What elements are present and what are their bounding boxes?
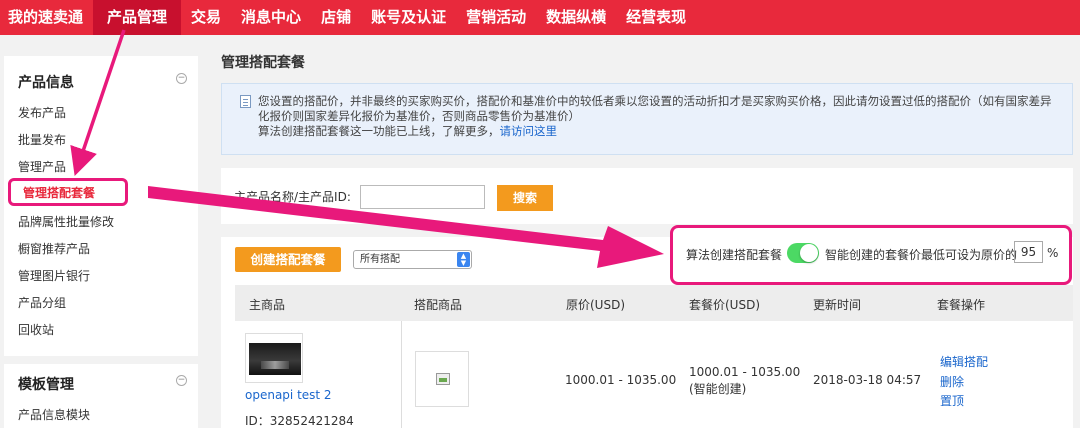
nav-marketing[interactable]: 营销活动 [456, 0, 536, 35]
search-input[interactable] [360, 185, 485, 209]
table-row: openapi test 2 ID：32852421284 1000.01 - … [235, 321, 1073, 428]
document-icon [240, 95, 251, 108]
sidebar: 产品信息 − 发布产品 批量发布 管理产品 管理搭配套餐 品牌属性批量修改 橱窗… [4, 56, 198, 428]
collapse-icon[interactable]: − [176, 73, 187, 84]
updated-time: 2018-03-18 04:57 [813, 373, 922, 387]
algo-bundle-toggle[interactable] [787, 243, 819, 263]
col-main-product: 主商品 [249, 298, 286, 312]
notice-learn-more-link[interactable]: 请访问这里 [500, 124, 558, 138]
sidebar-item-publish-product[interactable]: 发布产品 [18, 104, 66, 121]
collapse-icon[interactable]: − [176, 375, 187, 386]
search-label: 主产品名称/主产品ID: [234, 190, 351, 204]
sidebar-item-product-groups[interactable]: 产品分组 [18, 294, 66, 311]
bundle-product-image[interactable] [415, 351, 469, 407]
algo-bundle-settings: 算法创建搭配套餐 智能创建的套餐价最低可设为原价的 95 % [670, 225, 1072, 285]
sidebar-item-image-bank[interactable]: 管理图片银行 [18, 267, 90, 284]
package-price-note: (智能创建) [689, 382, 747, 396]
col-actions: 套餐操作 [937, 298, 986, 312]
bundle-list-panel: 创建搭配套餐 所有搭配 ▲ ▼ 算法创建搭配套餐 智能创建的套餐价最低可设为原价的… [221, 225, 1073, 428]
product-name-link[interactable]: openapi test 2 [245, 388, 332, 402]
product-thumbnail[interactable] [245, 333, 303, 383]
search-button[interactable]: 搜索 [497, 185, 553, 211]
sidebar-item-manage-bundles[interactable]: 管理搭配套餐 [8, 178, 128, 206]
col-updated: 更新时间 [813, 298, 862, 312]
min-percent-input[interactable]: 95 [1014, 241, 1043, 263]
table-header: 主商品 搭配商品 原价(USD) 套餐价(USD) 更新时间 套餐操作 [235, 285, 1073, 321]
broken-image-icon [436, 373, 450, 385]
pin-top-link[interactable]: 置顶 [940, 392, 964, 409]
percent-sign: % [1047, 246, 1059, 260]
nav-my-store[interactable]: 我的速卖通 [0, 0, 93, 35]
sidebar-section-title-templates: 模板管理 [18, 377, 74, 393]
notice-box: 您设置的搭配价，并非最终的买家购买价，搭配价和基准价中的较低者乘以您设置的活动折… [221, 83, 1073, 155]
bundle-filter-select[interactable]: 所有搭配 ▲ ▼ [353, 250, 472, 269]
original-price: 1000.01 - 1035.00 [565, 373, 677, 387]
sidebar-item-manage-products[interactable]: 管理产品 [18, 158, 66, 175]
toggle-knob [800, 244, 818, 262]
nav-data[interactable]: 数据纵横 [536, 0, 616, 35]
select-arrow-icon: ▲ ▼ [457, 252, 470, 267]
notice-line-3: 算法创建搭配套餐这一功能已上线，了解更多，请访问这里 [258, 124, 1060, 139]
nav-trade[interactable]: 交易 [181, 0, 231, 35]
sidebar-item-recycle-bin[interactable]: 回收站 [18, 321, 54, 338]
col-original-price: 原价(USD) [566, 298, 626, 312]
edit-bundle-link[interactable]: 编辑搭配 [940, 353, 988, 370]
sidebar-item-product-info-module[interactable]: 产品信息模块 [18, 406, 90, 423]
sidebar-item-batch-publish[interactable]: 批量发布 [18, 131, 66, 148]
page-title: 管理搭配套餐 [221, 55, 305, 71]
sidebar-item-window-recommend[interactable]: 橱窗推荐产品 [18, 240, 90, 257]
sidebar-divider [4, 356, 198, 364]
create-bundle-button[interactable]: 创建搭配套餐 [235, 247, 341, 272]
notice-line-3-text: 算法创建搭配套餐这一功能已上线，了解更多， [258, 124, 500, 138]
product-id: ID：32852421284 [245, 414, 354, 428]
nav-performance[interactable]: 经营表现 [616, 0, 696, 35]
sidebar-section-title-product-info: 产品信息 [18, 75, 74, 91]
notice-line-2: 化报价则国家差异化报价为基准价，否则商品零售价为基准价） [258, 109, 580, 123]
col-package-price: 套餐价(USD) [689, 298, 761, 312]
nav-shop[interactable]: 店铺 [311, 0, 361, 35]
notice-line-1: 您设置的搭配价，并非最终的买家购买价，搭配价和基准价中的较低者乘以您设置的活动折… [258, 94, 1052, 108]
min-price-label: 智能创建的套餐价最低可设为原价的 [825, 248, 1018, 262]
nav-messages[interactable]: 消息中心 [231, 0, 311, 35]
col-bundle-product: 搭配商品 [414, 298, 463, 312]
algo-bundle-label: 算法创建搭配套餐 [686, 248, 783, 262]
bundle-filter-value: 所有搭配 [360, 254, 400, 265]
package-price: 1000.01 - 1035.00 [689, 365, 801, 379]
column-divider [401, 321, 402, 428]
product-image [249, 343, 301, 375]
sidebar-item-brand-attr-batch[interactable]: 品牌属性批量修改 [18, 213, 114, 230]
nav-product-management[interactable]: 产品管理 [93, 0, 182, 35]
nav-account[interactable]: 账号及认证 [361, 0, 456, 35]
search-panel: 主产品名称/主产品ID: 搜索 [221, 168, 1073, 224]
delete-bundle-link[interactable]: 删除 [940, 373, 964, 390]
top-nav: 我的速卖通 产品管理 交易 消息中心 店铺 账号及认证 营销活动 数据纵横 经营… [0, 0, 1080, 35]
